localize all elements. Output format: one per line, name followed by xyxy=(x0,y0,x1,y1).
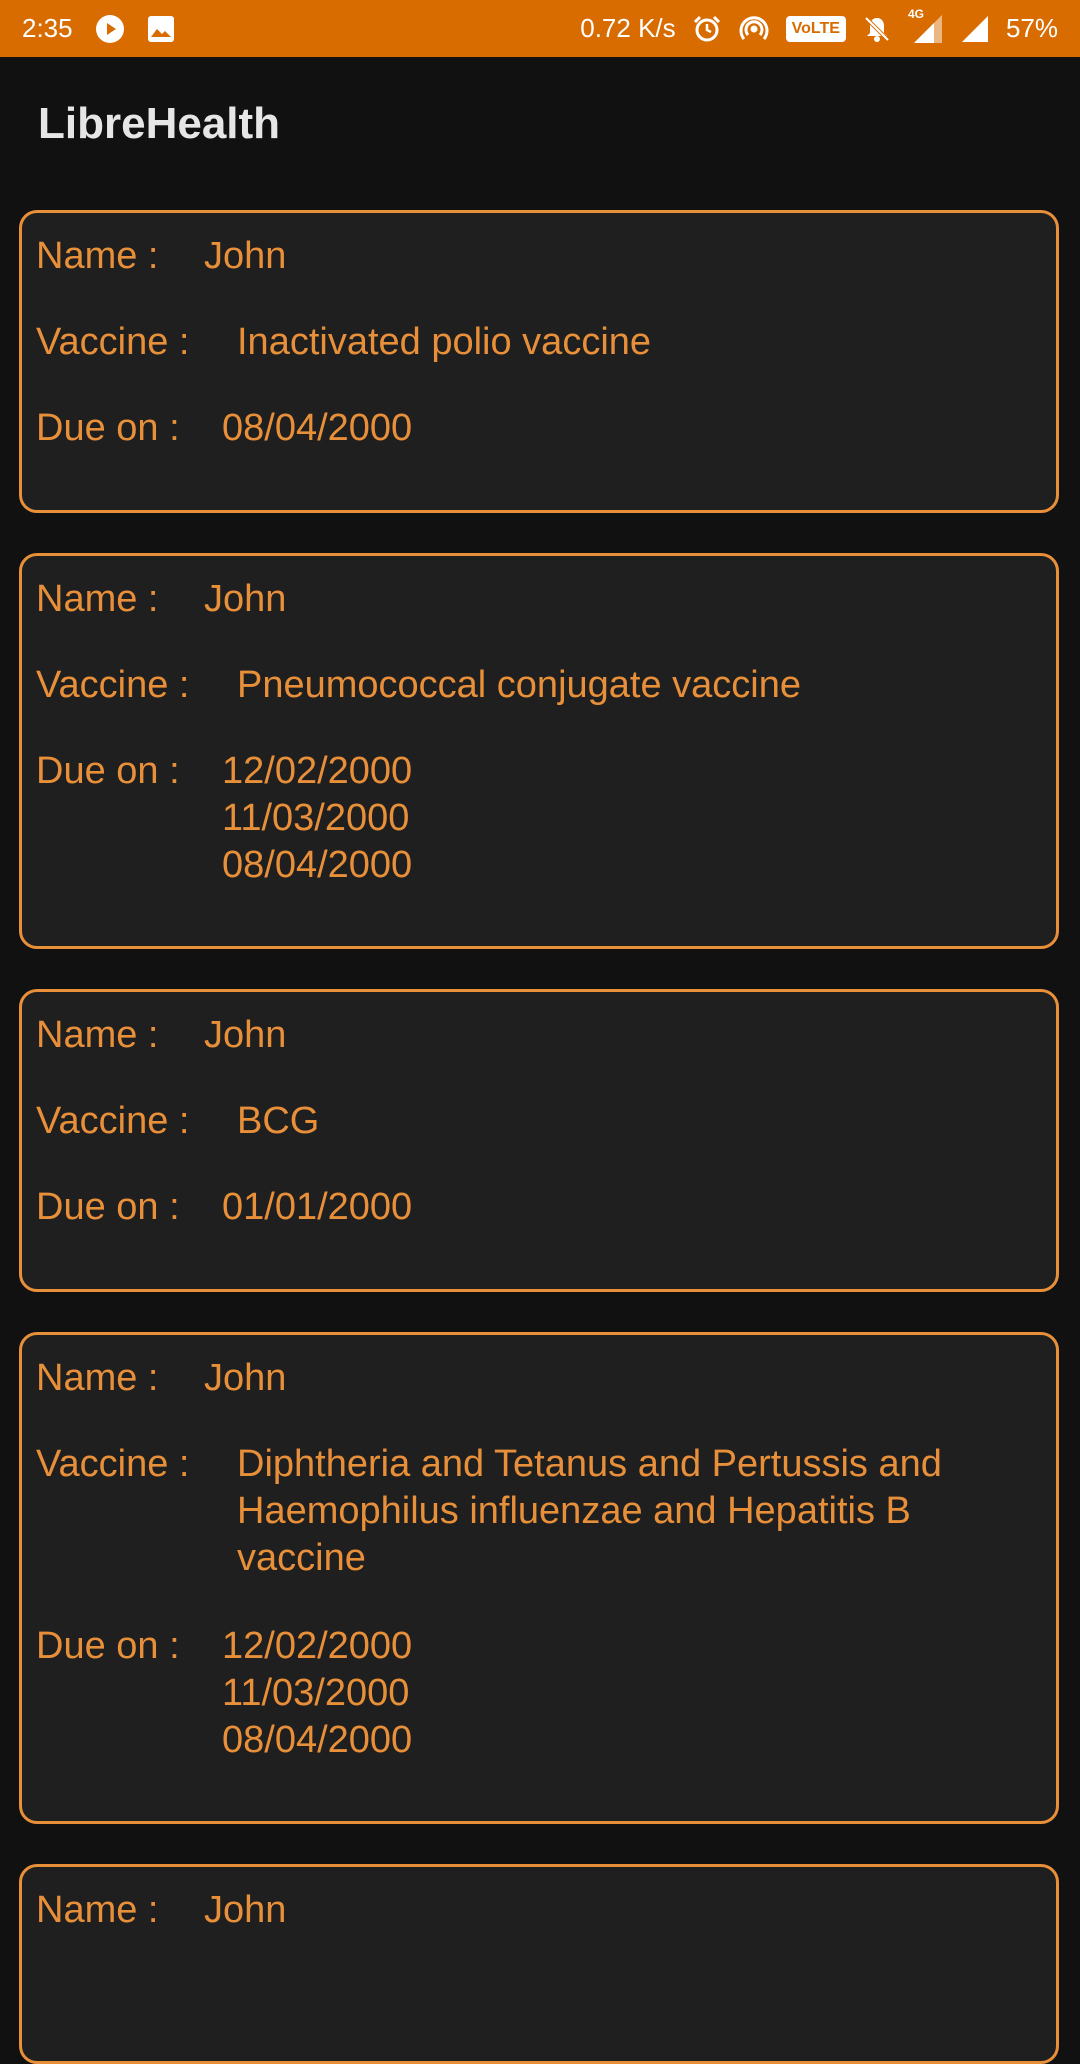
vaccine-label: Vaccine : xyxy=(36,1443,190,1485)
status-time: 2:35 xyxy=(22,13,73,43)
vaccine-card[interactable]: Name : John xyxy=(19,1864,1059,2064)
vaccine-card[interactable]: Name : John Vaccine : BCG Due on : 01/01… xyxy=(19,989,1059,1292)
due-date: 01/01/2000 xyxy=(222,1186,413,1228)
vaccine-card[interactable]: Name : John Vaccine : Inactivated polio … xyxy=(19,210,1059,513)
due-date: 11/03/2000 xyxy=(222,797,410,839)
vaccine-card[interactable]: Name : John Vaccine : Pneumococcal conju… xyxy=(19,553,1059,949)
network-speed: 0.72 K/s xyxy=(580,13,676,43)
vaccine-value: Diphtheria and Tetanus and Pertussis and… xyxy=(237,1443,942,1579)
name-value: John xyxy=(204,1889,287,1931)
due-date: 12/02/2000 xyxy=(222,750,413,792)
due-date: 11/03/2000 xyxy=(222,1672,410,1714)
hotspot-icon xyxy=(738,13,770,45)
battery-percent: 57% xyxy=(1005,13,1058,43)
volte-icon: VoLTE xyxy=(785,15,846,42)
vaccine-label: Vaccine : xyxy=(36,664,190,706)
signal-icon xyxy=(960,14,990,44)
vaccine-value: Pneumococcal conjugate vaccine xyxy=(237,664,802,706)
name-value: John xyxy=(204,235,287,277)
due-date: 08/04/2000 xyxy=(222,1719,413,1761)
vaccine-value: BCG xyxy=(237,1100,320,1142)
due-label: Due on : xyxy=(36,407,180,449)
vaccine-card[interactable]: Name : John Vaccine : Diphtheria and Tet… xyxy=(19,1332,1059,1824)
name-label: Name : xyxy=(36,235,159,277)
due-date: 08/04/2000 xyxy=(222,407,413,449)
due-date: 08/04/2000 xyxy=(222,844,413,886)
play-icon xyxy=(95,14,125,44)
due-label: Due on : xyxy=(36,750,180,792)
vaccine-label: Vaccine : xyxy=(36,321,190,363)
mute-icon xyxy=(862,14,892,44)
app-title: LibreHealth xyxy=(38,99,281,148)
network-type: 4G xyxy=(907,6,924,21)
app-bar: LibreHealth xyxy=(0,57,1080,191)
image-icon xyxy=(147,15,175,43)
vaccine-value: Inactivated polio vaccine xyxy=(237,321,652,363)
name-label: Name : xyxy=(36,578,159,620)
alarm-icon xyxy=(692,14,722,44)
status-bar: 2:35 0.72 K/s VoLTE 4G 57% xyxy=(0,0,1080,57)
name-label: Name : xyxy=(36,1357,159,1399)
due-label: Due on : xyxy=(36,1625,180,1667)
name-value: John xyxy=(204,578,287,620)
due-label: Due on : xyxy=(36,1186,180,1228)
name-value: John xyxy=(204,1357,287,1399)
signal-4g-icon: 4G xyxy=(908,7,944,45)
name-label: Name : xyxy=(36,1889,159,1931)
vaccine-label: Vaccine : xyxy=(36,1100,190,1142)
due-date: 12/02/2000 xyxy=(222,1625,413,1667)
name-value: John xyxy=(204,1014,287,1056)
name-label: Name : xyxy=(36,1014,159,1056)
